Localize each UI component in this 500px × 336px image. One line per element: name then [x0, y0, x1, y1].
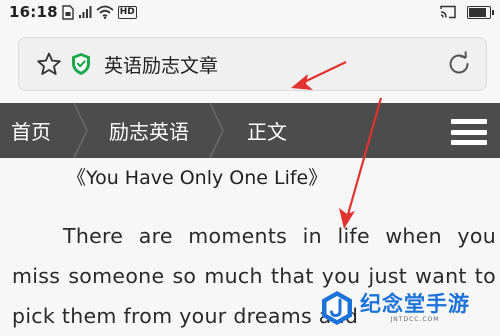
- battery-icon: [467, 5, 494, 19]
- menu-bar: [451, 129, 487, 135]
- watermark: 纪念堂手游 JNTDCC.COM: [318, 286, 498, 330]
- breadcrumb: 首页 励志英语 正文: [0, 103, 500, 158]
- status-left: 16:18 HD: [9, 3, 137, 21]
- star-icon[interactable]: [36, 51, 62, 77]
- watermark-text: 纪念堂手游 JNTDCC.COM: [360, 292, 470, 324]
- breadcrumb-category[interactable]: 励志英语: [89, 103, 209, 158]
- refresh-icon[interactable]: [446, 51, 472, 77]
- address-bar[interactable]: 英语励志文章: [18, 37, 487, 91]
- watermark-domain: JNTDCC.COM: [390, 316, 440, 323]
- status-right: [439, 5, 494, 19]
- watermark-brand: 纪念堂手游: [360, 292, 470, 316]
- breadcrumb-home[interactable]: 首页: [0, 103, 73, 158]
- chevron-right-icon: [209, 103, 224, 158]
- address-bar-title[interactable]: 英语励志文章: [104, 51, 446, 78]
- status-bar: 16:18 HD: [0, 0, 500, 24]
- status-time: 16:18: [9, 3, 58, 21]
- breadcrumb-category-label: 励志英语: [109, 120, 189, 144]
- cast-icon: [440, 5, 456, 19]
- signal-icon: [78, 6, 92, 18]
- chevron-right-icon: [73, 103, 88, 158]
- breadcrumb-current-label: 正文: [247, 120, 287, 144]
- sim-icon: [62, 4, 74, 20]
- battery-level-fill: [469, 7, 486, 17]
- brand-logo-icon: [322, 291, 352, 325]
- menu-icon[interactable]: [451, 119, 487, 145]
- network-hd-badge: HD: [117, 5, 137, 19]
- shield-check-icon: [72, 53, 90, 75]
- wifi-icon: [96, 5, 114, 19]
- breadcrumb-home-label: 首页: [11, 120, 51, 144]
- breadcrumb-current: 正文: [225, 103, 287, 158]
- menu-bar: [451, 119, 487, 124]
- menu-bar: [451, 140, 487, 145]
- article-title: 《You Have Only One Life》: [67, 167, 328, 189]
